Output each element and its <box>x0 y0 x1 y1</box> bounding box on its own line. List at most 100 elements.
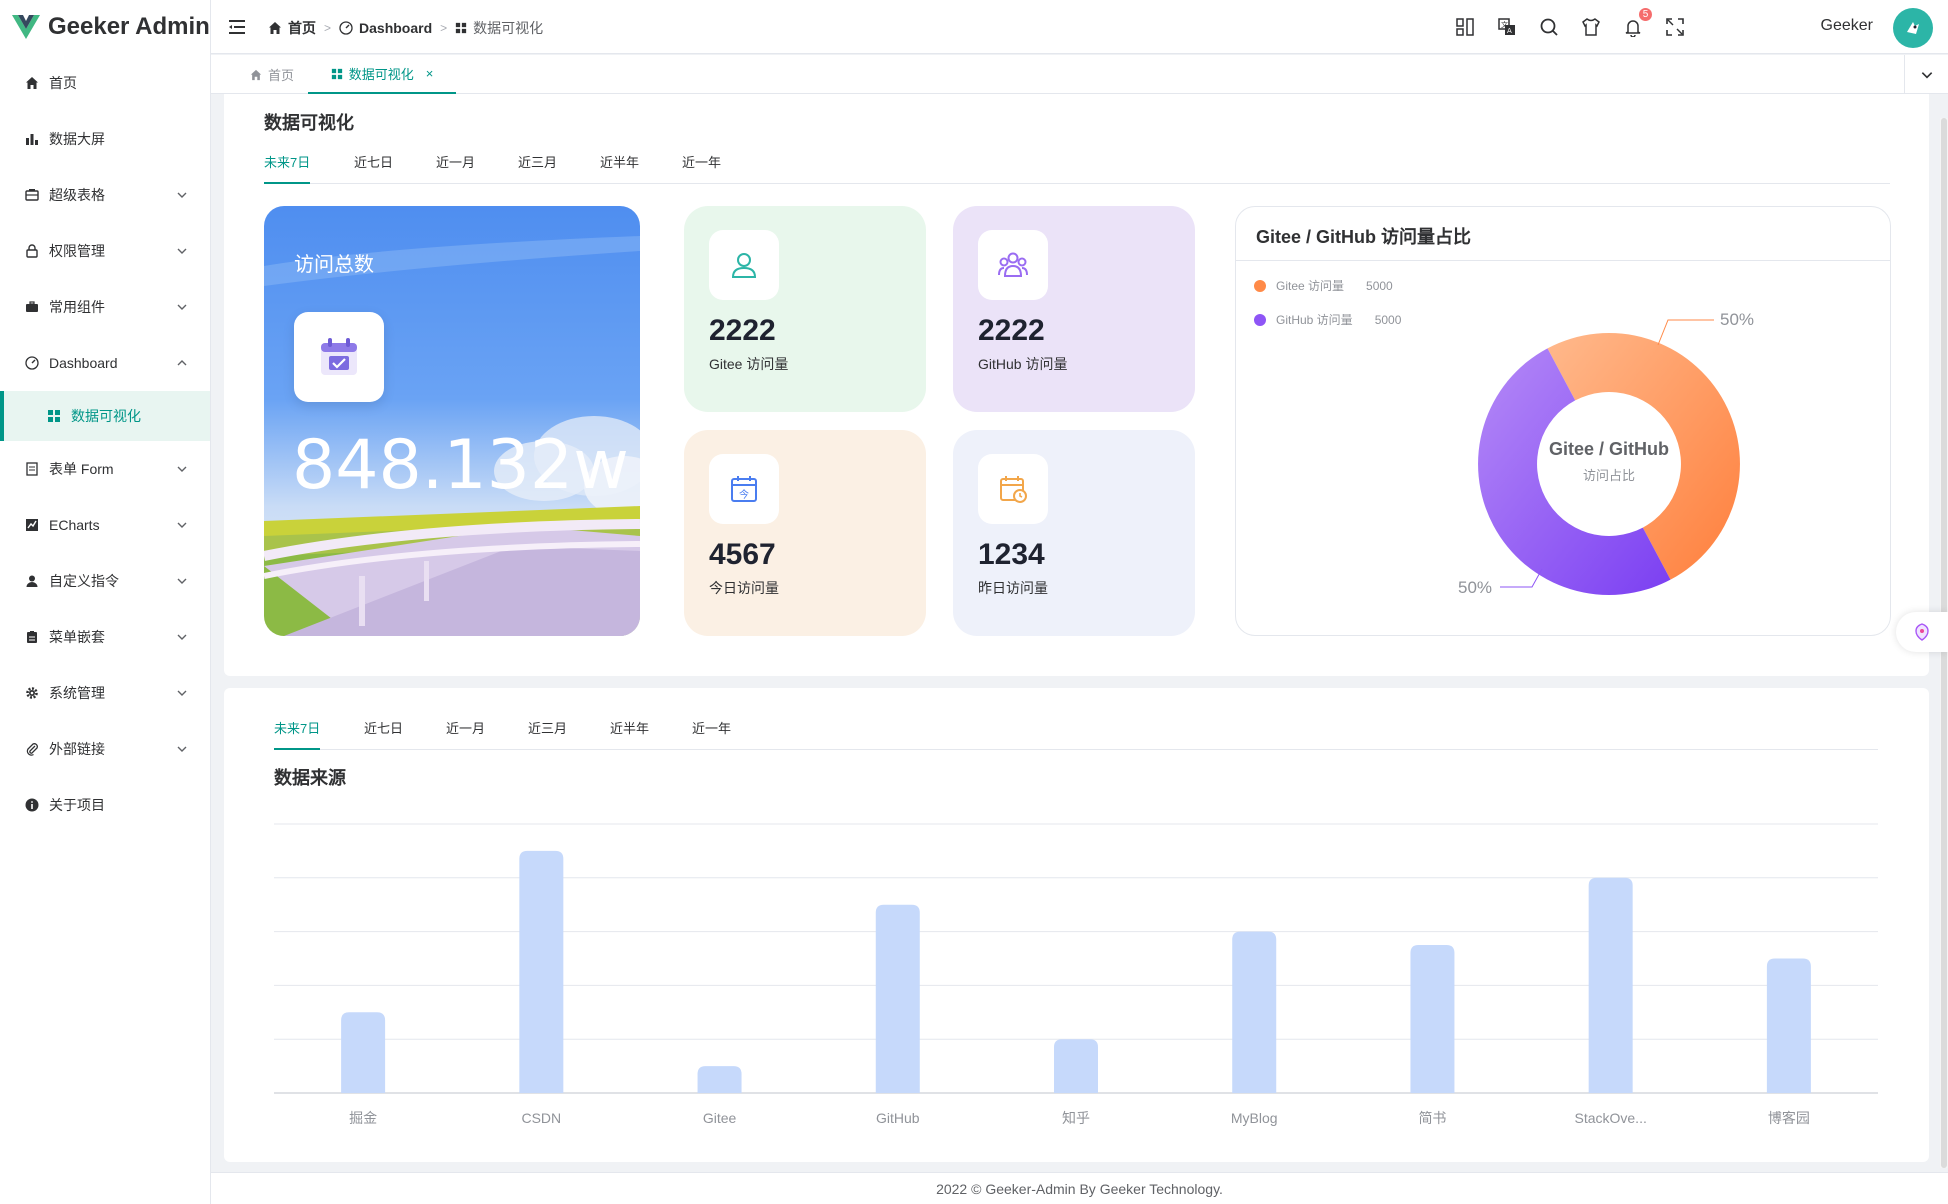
page-title: 数据可视化 <box>264 113 354 133</box>
stat-label: GitHub 访问量 <box>978 356 1068 372</box>
x-tick-label: Gitee <box>703 1110 737 1126</box>
menu-item-about[interactable]: 关于项目 <box>0 777 210 833</box>
chart-bar[interactable] <box>1054 1039 1098 1093</box>
calendar-check-icon <box>294 312 384 402</box>
menu-label: 超级表格 <box>49 187 105 203</box>
donut-chart: 50% 50% Gitee / GitHub 访问占比 <box>1458 310 1754 597</box>
stat-value: 2222 <box>978 314 1045 347</box>
tab-last-3-months[interactable]: 近三月 <box>518 148 557 184</box>
pie-percent-gitee: 50% <box>1720 310 1754 329</box>
tab-last-month[interactable]: 近一月 <box>436 148 475 184</box>
search-icon[interactable] <box>1538 16 1560 38</box>
x-tick-label: 简书 <box>1418 1110 1446 1126</box>
menu-item-home[interactable]: 首页 <box>0 55 210 111</box>
menu-item-permissions[interactable]: 权限管理 <box>0 223 210 279</box>
bell-icon[interactable]: 5 <box>1622 7 1653 38</box>
menu-item-components[interactable]: 常用组件 <box>0 279 210 335</box>
calendar-clock-icon <box>978 454 1048 524</box>
today-visits-card: 今 4567 今日访问量 <box>684 430 926 636</box>
chart-bar[interactable] <box>1766 958 1811 1094</box>
x-tick-label: CSDN <box>521 1110 561 1126</box>
menu-label: 常用组件 <box>49 299 105 315</box>
chart-bar[interactable] <box>1588 877 1633 1093</box>
chart-bar[interactable] <box>1232 931 1277 1093</box>
theme-shirt-icon[interactable] <box>1580 16 1602 38</box>
tabs-more-button[interactable] <box>1904 55 1948 94</box>
chevron-down-icon <box>177 522 187 528</box>
label-line-gitee-2 <box>1657 319 1678 346</box>
avatar[interactable] <box>1893 8 1933 48</box>
sidebar: Geeker Admin 首页 数据大屏 超级表格 权限管理 常用组件 Dash… <box>0 0 211 1204</box>
top-header: 首页 > Dashboard > 数据可视化 文A 5 Geeker <box>211 0 1948 54</box>
chevron-down-icon <box>177 690 187 696</box>
breadcrumb-dashboard[interactable]: Dashboard <box>339 20 432 36</box>
pie-chart-card: Gitee / GitHub 访问量占比 Gitee 访问量 5000 GitH… <box>1235 206 1891 636</box>
chevron-down-icon <box>1921 71 1932 78</box>
chart-bar[interactable] <box>519 850 564 1093</box>
tab-next-7-days[interactable]: 未来7日 <box>264 148 311 184</box>
stat-value: 4567 <box>709 538 776 571</box>
menu-item-system[interactable]: 系统管理 <box>0 665 210 721</box>
chart-bar[interactable] <box>875 904 920 1093</box>
date-range-tabs: 未来7日 近七日 近一月 近三月 近半年 近一年 <box>264 148 1890 184</box>
menu-collapse-icon[interactable] <box>227 17 247 37</box>
grid-icon <box>456 22 467 34</box>
gear-icon <box>24 685 40 701</box>
tab-data-visualize[interactable]: 数据可视化 × <box>308 55 456 94</box>
chevron-down-icon <box>177 192 187 198</box>
total-visits-label: 访问总数 <box>294 254 374 276</box>
chart-bar[interactable] <box>1410 945 1455 1093</box>
menu-item-external-links[interactable]: 外部链接 <box>0 721 210 777</box>
x-tick-label: StackOve... <box>1574 1110 1646 1126</box>
lock-icon <box>24 243 40 259</box>
x-tick-label: 掘金 <box>349 1110 377 1126</box>
menu-item-directives[interactable]: 自定义指令 <box>0 553 210 609</box>
menu-label: 菜单嵌套 <box>49 629 105 645</box>
vue-logo-icon <box>12 15 40 39</box>
theme-settings-button[interactable] <box>1896 612 1948 652</box>
tab-last-half-year[interactable]: 近半年 <box>600 148 639 184</box>
chart-bar[interactable] <box>341 1012 386 1093</box>
pie-percent-github: 50% <box>1458 578 1492 597</box>
user-icon <box>24 573 40 589</box>
tab-close-icon[interactable]: × <box>426 66 434 81</box>
tab-last-7-days[interactable]: 近七日 <box>354 148 393 184</box>
breadcrumb-home[interactable]: 首页 <box>268 18 316 38</box>
home-icon <box>24 75 40 91</box>
calendar-today-icon: 今 <box>709 454 779 524</box>
menu-item-nested-menu[interactable]: 菜单嵌套 <box>0 609 210 665</box>
menu-label: 外部链接 <box>49 741 105 757</box>
tab-home[interactable]: 首页 <box>241 55 303 94</box>
pie-center-title: Gitee / GitHub <box>1549 439 1669 459</box>
fullscreen-icon[interactable] <box>1664 16 1686 38</box>
menu-item-data-screen[interactable]: 数据大屏 <box>0 111 210 167</box>
translate-icon[interactable]: 文A <box>1496 16 1518 38</box>
table-icon <box>24 187 40 203</box>
menu-label: 表单 Form <box>49 461 114 477</box>
x-tick-label: 博客园 <box>1768 1110 1810 1126</box>
menu-item-dashboard[interactable]: Dashboard <box>0 335 210 391</box>
app-title: Geeker Admin <box>48 13 210 40</box>
tab-last-year[interactable]: 近一年 <box>682 148 721 184</box>
dashboard-icon <box>24 355 40 371</box>
breadcrumb-label: Dashboard <box>359 20 433 36</box>
briefcase-icon <box>24 299 40 315</box>
breadcrumb-separator: > <box>324 21 332 35</box>
chart-bar[interactable] <box>697 1066 742 1093</box>
menu-item-echarts[interactable]: ECharts <box>0 497 210 553</box>
breadcrumb-label: 首页 <box>288 20 316 36</box>
stat-label: 今日访问量 <box>709 580 779 596</box>
username[interactable]: Geeker <box>1821 17 1873 35</box>
grid-icon <box>331 68 342 79</box>
tab-label: 数据可视化 <box>348 67 414 82</box>
breadcrumb-current: 数据可视化 <box>455 18 543 38</box>
menu-item-form[interactable]: 表单 Form <box>0 441 210 497</box>
clipboard-icon <box>24 629 40 645</box>
menu-item-data-visualize[interactable]: 数据可视化 <box>0 391 210 441</box>
palette-icon <box>1915 623 1929 641</box>
menu-label: 数据可视化 <box>71 408 141 424</box>
layout-icon[interactable] <box>1454 16 1476 38</box>
menu-item-super-table[interactable]: 超级表格 <box>0 167 210 223</box>
app-logo[interactable]: Geeker Admin <box>0 0 210 54</box>
x-tick-label: GitHub <box>876 1110 920 1126</box>
